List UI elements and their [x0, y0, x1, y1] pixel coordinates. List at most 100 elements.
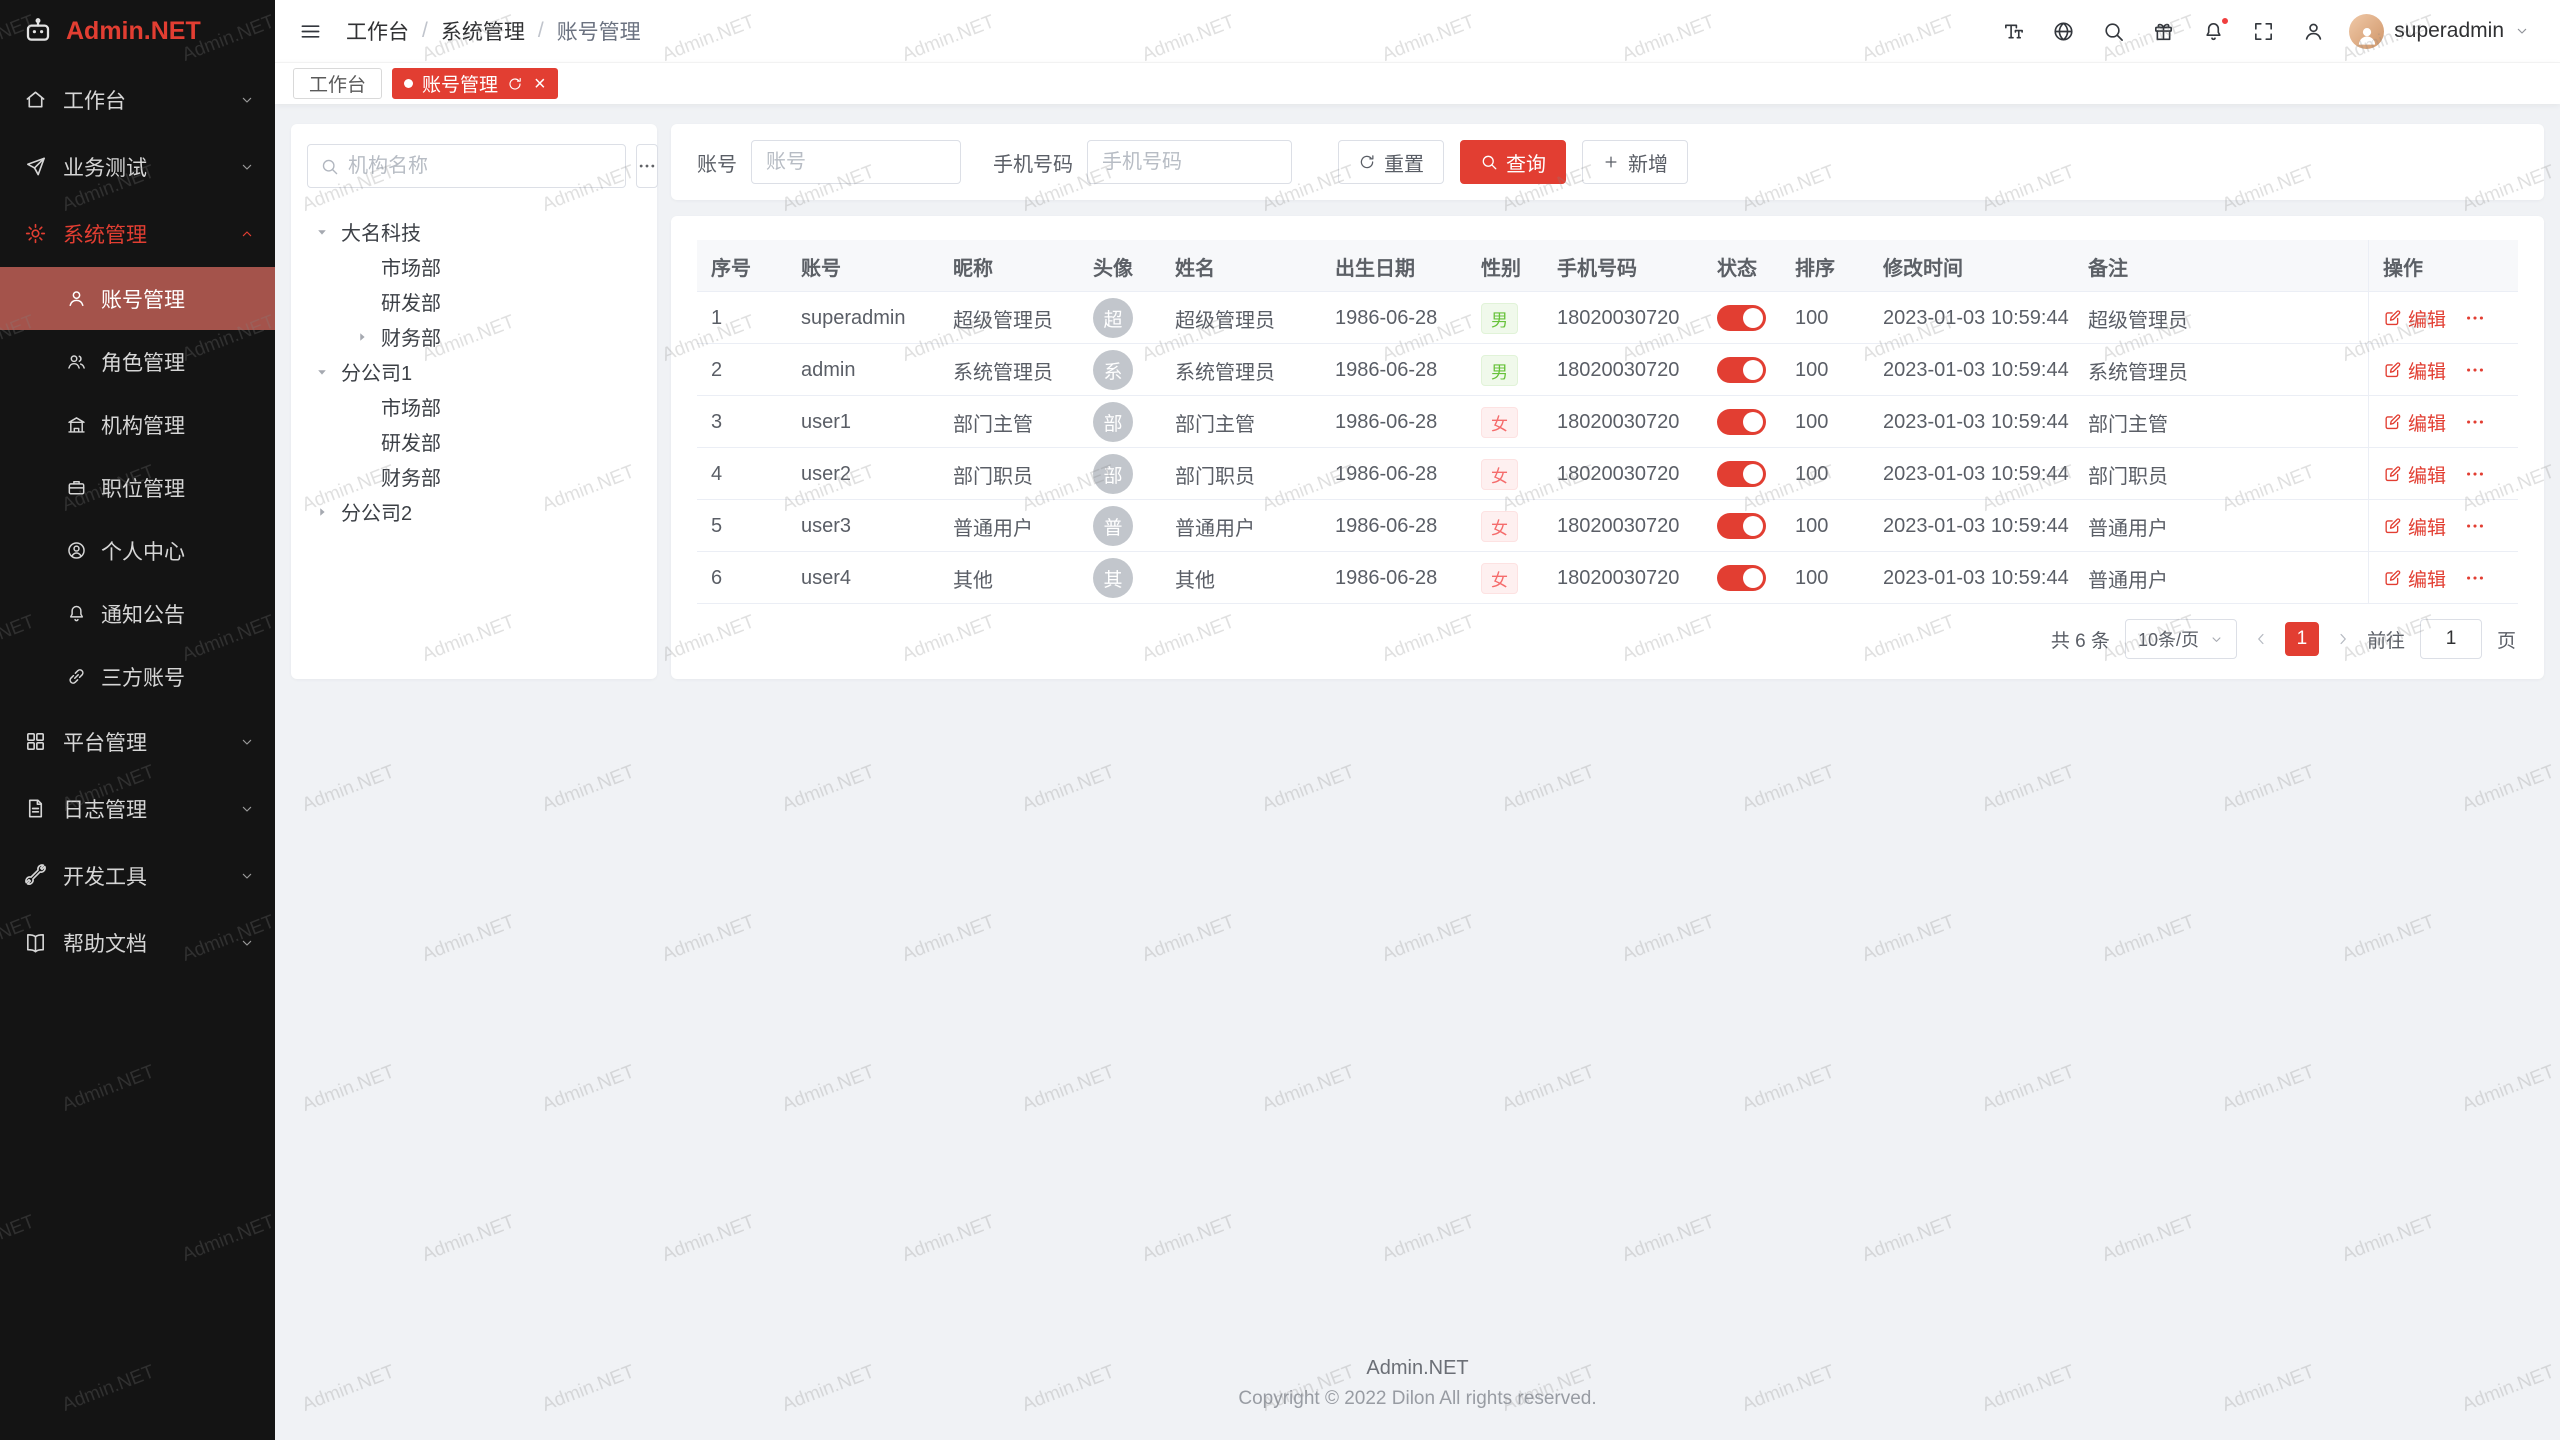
sidebar-item-3[interactable]: 平台管理 [0, 708, 275, 775]
edit-button[interactable]: 编辑 [2383, 513, 2446, 540]
fullscreen-icon[interactable] [2252, 20, 2275, 43]
language-icon[interactable] [2052, 20, 2075, 43]
tree-node-0[interactable]: 大名科技 [307, 214, 641, 249]
table-row: 4user2部门职员部部门职员1986-06-28女18020030720100… [697, 448, 2518, 500]
sidebar-subitem-2-0[interactable]: 账号管理 [0, 267, 275, 330]
row-more-button[interactable] [2464, 515, 2486, 537]
edit-button[interactable]: 编辑 [2383, 305, 2446, 332]
breadcrumb-item-current: 账号管理 [557, 16, 641, 46]
app-logo-icon [22, 15, 54, 47]
briefcase-icon [66, 477, 87, 498]
app-logo-text: Admin.NET [66, 17, 201, 46]
phone-input[interactable] [1087, 140, 1292, 184]
sidebar-item-2[interactable]: 系统管理 [0, 200, 275, 267]
breadcrumb-item-system[interactable]: 系统管理 [441, 16, 525, 46]
sidebar: Admin.NET 工作台业务测试系统管理账号管理角色管理机构管理职位管理个人中… [0, 0, 275, 1440]
sidebar-subitem-2-2[interactable]: 机构管理 [0, 393, 275, 456]
goto-page-input[interactable] [2420, 619, 2482, 659]
sidebar-subitem-2-4[interactable]: 个人中心 [0, 519, 275, 582]
cell-name: 其他 [1161, 552, 1321, 604]
gift-icon[interactable] [2152, 20, 2175, 43]
sidebar-subitem-2-5[interactable]: 通知公告 [0, 582, 275, 645]
status-toggle[interactable] [1717, 461, 1766, 487]
font-size-icon[interactable] [2002, 20, 2025, 43]
page-size-select[interactable]: 10条/页 [2125, 619, 2237, 659]
table-row: 5user3普通用户普普通用户1986-06-28女18020030720100… [697, 500, 2518, 552]
user-icon[interactable] [2302, 20, 2325, 43]
page-number-1[interactable]: 1 [2285, 622, 2319, 656]
sidebar-item-5[interactable]: 开发工具 [0, 842, 275, 909]
add-button[interactable]: 新增 [1582, 140, 1688, 184]
bell-icon[interactable] [2202, 20, 2225, 43]
gender-badge: 女 [1481, 563, 1518, 594]
tree-node-3[interactable]: 财务部 [307, 319, 641, 354]
status-toggle[interactable] [1717, 565, 1766, 591]
org-search-input[interactable] [348, 155, 613, 178]
edit-button[interactable]: 编辑 [2383, 461, 2446, 488]
refresh-icon[interactable] [507, 76, 523, 92]
cell-sort: 100 [1781, 396, 1869, 448]
status-toggle[interactable] [1717, 305, 1766, 331]
row-more-button[interactable] [2464, 359, 2486, 381]
toggle-knob [1743, 360, 1763, 380]
next-page-button[interactable] [2334, 630, 2352, 648]
toggle-knob [1743, 464, 1763, 484]
cell-name: 部门职员 [1161, 448, 1321, 500]
tree-caret-icon[interactable] [315, 364, 341, 380]
cell-remark: 普通用户 [2074, 500, 2368, 552]
tree-node-4[interactable]: 分公司1 [307, 354, 641, 389]
sidebar-item-0[interactable]: 工作台 [0, 66, 275, 133]
tree-node-2[interactable]: 研发部 [307, 284, 641, 319]
close-icon[interactable]: × [534, 74, 546, 94]
refresh-icon [1358, 153, 1376, 171]
tree-caret-icon [355, 259, 381, 275]
edit-button[interactable]: 编辑 [2383, 357, 2446, 384]
tree-caret-icon[interactable] [355, 329, 381, 345]
tree-node-1[interactable]: 市场部 [307, 249, 641, 284]
row-more-button[interactable] [2464, 567, 2486, 589]
row-more-button[interactable] [2464, 463, 2486, 485]
prev-page-button[interactable] [2252, 630, 2270, 648]
cell-name: 超级管理员 [1161, 292, 1321, 344]
breadcrumb-item-workbench[interactable]: 工作台 [346, 16, 409, 46]
query-button[interactable]: 查询 [1460, 140, 1566, 184]
reset-button[interactable]: 重置 [1338, 140, 1444, 184]
table-body: 1superadmin超级管理员超超级管理员1986-06-28男1802003… [697, 292, 2518, 604]
tab-1-active[interactable]: 账号管理× [392, 68, 558, 99]
sidebar-item-1[interactable]: 业务测试 [0, 133, 275, 200]
sidebar-subitem-2-6[interactable]: 三方账号 [0, 645, 275, 708]
edit-button[interactable]: 编辑 [2383, 565, 2446, 592]
org-more-button[interactable] [636, 144, 658, 188]
tree-node-8[interactable]: 分公司2 [307, 494, 641, 529]
cell-status [1703, 552, 1781, 604]
edit-button[interactable]: 编辑 [2383, 409, 2446, 436]
cell-seq: 4 [697, 448, 787, 500]
table-header: 序号账号昵称头像姓名出生日期性别手机号码状态排序修改时间备注操作 [697, 240, 2518, 292]
sidebar-item-6[interactable]: 帮助文档 [0, 909, 275, 976]
tree-node-6[interactable]: 研发部 [307, 424, 641, 459]
cell-status [1703, 448, 1781, 500]
row-more-button[interactable] [2464, 411, 2486, 433]
column-header-0: 序号 [697, 252, 787, 281]
sidebar-item-4[interactable]: 日志管理 [0, 775, 275, 842]
person-icon [66, 540, 87, 561]
tree-caret-icon[interactable] [315, 224, 341, 240]
account-input[interactable] [751, 140, 961, 184]
tree-caret-icon[interactable] [315, 504, 341, 520]
tab-0[interactable]: 工作台 [293, 68, 382, 99]
search-icon[interactable] [2102, 20, 2125, 43]
status-toggle[interactable] [1717, 357, 1766, 383]
sidebar-subitem-2-3[interactable]: 职位管理 [0, 456, 275, 519]
tree-node-7[interactable]: 财务部 [307, 459, 641, 494]
gender-badge: 女 [1481, 407, 1518, 438]
sidebar-subitem-2-1[interactable]: 角色管理 [0, 330, 275, 393]
status-toggle[interactable] [1717, 513, 1766, 539]
app-logo[interactable]: Admin.NET [0, 0, 275, 62]
search-icon [320, 157, 339, 176]
user-menu[interactable]: superadmin [2349, 14, 2530, 49]
collapse-sidebar-icon[interactable] [299, 20, 322, 43]
tree-node-5[interactable]: 市场部 [307, 389, 641, 424]
status-toggle[interactable] [1717, 409, 1766, 435]
cell-remark: 部门职员 [2074, 448, 2368, 500]
row-more-button[interactable] [2464, 307, 2486, 329]
